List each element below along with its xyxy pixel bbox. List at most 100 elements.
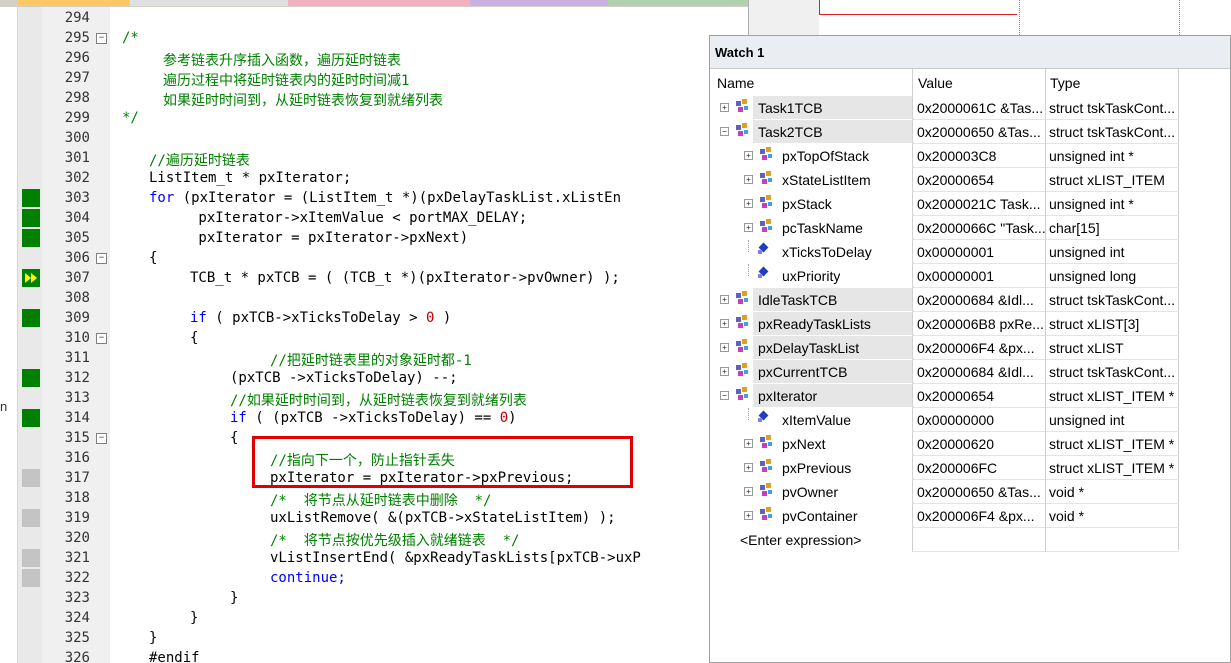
watch-row[interactable]: + xStateListItem 0x20000654 struct xLIST_IT… [710,168,1179,192]
column-header-type[interactable]: Type [1050,75,1080,91]
code-line[interactable]: 320 /* 将节点按优先级插入就绪链表 */ [18,528,748,549]
watch-value-cell[interactable]: 0x2000021C Task... [912,192,1045,216]
code-line[interactable]: 298 如果延时时间到，从延时链表恢复到就绪列表 [18,88,748,109]
not-executed-line-marker[interactable] [22,469,40,487]
code-line[interactable]: 322 continue; [18,568,748,588]
watch-value-cell[interactable]: 0x20000650 &Tas... [912,480,1045,504]
code-line[interactable]: 326 #endif [18,648,748,663]
watch-row[interactable]: − pxIterator 0x20000654 struct xLIST_ITEM * [710,384,1179,408]
watch-name-cell[interactable]: pcTaskName [777,216,912,239]
column-header-name[interactable]: Name [717,75,754,91]
code-line[interactable]: 313 //如果延时时间到，从延时链表恢复到就绪列表 [18,388,748,409]
fold-toggle-icon[interactable]: − [96,333,107,344]
expand-icon[interactable]: + [744,487,753,496]
code-line[interactable]: 295− /* [18,28,748,48]
watch-name-cell[interactable]: uxPriority [777,264,912,287]
expand-icon[interactable]: + [744,175,753,184]
code-line[interactable]: 310− { [18,328,748,348]
executed-line-marker[interactable] [22,369,40,387]
watch-name-cell[interactable]: Task1TCB [753,96,912,119]
expand-icon[interactable]: + [720,103,729,112]
watch-name-cell[interactable]: pxDelayTaskList [753,336,912,359]
watch-value-cell[interactable]: 0x2000066C "Task... [912,216,1045,240]
code-line[interactable]: 319 uxListRemove( &(pxTCB->xStateListItem… [18,508,748,528]
code-line[interactable]: 325} [18,628,748,648]
watch-value-cell[interactable]: 0x20000654 [912,384,1045,408]
watch-name-cell[interactable]: pxIterator [753,384,912,407]
watch-name-cell[interactable]: pxReadyTaskLists [753,312,912,335]
watch-value-cell[interactable]: 0x00000001 [912,264,1045,288]
watch-row[interactable]: + pxReadyTaskLists 0x200006B8 pxRe... struc… [710,312,1179,336]
editor-tab[interactable] [288,0,470,6]
editor-tab[interactable] [470,0,608,6]
code-line[interactable]: 307 TCB_t * pxTCB = ( (TCB_t *)(pxIterato… [18,268,748,288]
watch-value-cell[interactable]: 0x20000620 [912,432,1045,456]
enter-expression-input[interactable]: <Enter expression> [740,532,861,548]
watch-value-cell[interactable]: 0x00000001 [912,240,1045,264]
expand-icon[interactable]: + [720,295,729,304]
watch-value-cell[interactable]: 0x20000654 [912,168,1045,192]
code-line[interactable]: 304 pxIterator->xItemValue < portMAX_DEL… [18,208,748,228]
watch-value-cell[interactable]: 0x200006B8 pxRe... [912,312,1045,336]
watch-name-cell[interactable]: IdleTaskTCB [753,288,912,311]
watch-row[interactable]: + pxNext 0x20000620 struct xLIST_ITEM * [710,432,1179,456]
code-line[interactable]: 301 //遍历延时链表 [18,148,748,169]
editor-tab[interactable] [18,0,130,6]
watch-row[interactable]: + pxPrevious 0x200006FC struct xLIST_ITEM * [710,456,1179,480]
code-line[interactable]: 303 for (pxIterator = (ListItem_t *)(pxDe… [18,188,748,208]
watch-value-cell[interactable]: 0x200006F4 &px... [912,504,1045,528]
watch-name-cell[interactable]: xStateListItem [777,168,912,191]
code-line[interactable]: 302 ListItem_t * pxIterator; [18,168,748,188]
code-line[interactable]: 311 //把延时链表里的对象延时都-1 [18,348,748,369]
expand-icon[interactable]: + [744,199,753,208]
watch-name-cell[interactable]: xItemValue [777,408,912,431]
fold-toggle-icon[interactable]: − [96,433,107,444]
enter-expression-row[interactable]: <Enter expression> [710,528,1179,552]
expand-icon[interactable]: + [744,223,753,232]
expand-icon[interactable]: + [720,367,729,376]
code-line[interactable]: 294 [18,8,748,28]
editor-tab[interactable] [608,0,748,6]
watch-value-cell[interactable]: 0x200006F4 &px... [912,336,1045,360]
watch-name-cell[interactable]: pxStack [777,192,912,215]
watch-value-cell[interactable]: 0x20000684 &Idl... [912,360,1045,384]
executed-line-marker[interactable] [22,309,40,327]
watch-window[interactable]: Watch 1 Name Value Type + Task1TCB 0x20000… [709,35,1231,663]
fold-toggle-icon[interactable]: − [96,253,107,264]
watch-row[interactable]: uxPriority 0x00000001 unsigned long [710,264,1179,288]
watch-row[interactable]: + pvContainer 0x200006F4 &px... void * [710,504,1179,528]
collapse-icon[interactable]: − [720,391,729,400]
watch-row[interactable]: + pxCurrentTCB 0x20000684 &Idl... struct ts… [710,360,1179,384]
code-editor[interactable]: 294 295−/* 296 参考链表升序插入函数，遍历延时链表 297 遍历过程中将延时… [18,7,748,663]
expand-icon[interactable]: + [744,151,753,160]
watch-name-cell[interactable]: Task2TCB [753,120,912,143]
column-header-value[interactable]: Value [918,75,953,91]
watch-value-cell[interactable]: 0x2000061C &Tas... [912,96,1045,120]
watch-value-cell[interactable]: 0x00000000 [912,408,1045,432]
watch-row[interactable]: + IdleTaskTCB 0x20000684 &Idl... struct tsk… [710,288,1179,312]
watch-name-cell[interactable]: pxTopOfStack [777,144,912,167]
watch-row[interactable]: − Task2TCB 0x20000650 &Tas... struct tskTas… [710,120,1179,144]
collapse-icon[interactable]: − [720,127,729,136]
code-line[interactable]: 297 遍历过程中将延时链表内的延时时间减1 [18,68,748,89]
code-line[interactable]: 312 (pxTCB ->xTicksToDelay) --; [18,368,748,388]
code-line[interactable]: 305 pxIterator = pxIterator->pxNext) [18,228,748,248]
current-line-arrow-icon[interactable] [22,269,40,287]
watch-row[interactable]: + pvOwner 0x20000650 &Tas... void * [710,480,1179,504]
watch-title-bar[interactable]: Watch 1 [710,36,1230,69]
watch-name-cell[interactable]: xTicksToDelay [777,240,912,263]
code-line[interactable]: 321 vListInsertEnd( &pxReadyTaskLists[pxT… [18,548,748,568]
watch-row[interactable]: xTicksToDelay 0x00000001 unsigned int [710,240,1179,264]
expand-icon[interactable]: + [744,463,753,472]
executed-line-marker[interactable] [22,189,40,207]
code-line[interactable]: 308 [18,288,748,308]
fold-toggle-icon[interactable]: − [96,33,107,44]
executed-line-marker[interactable] [22,229,40,247]
watch-value-cell[interactable]: 0x200003C8 [912,144,1045,168]
not-executed-line-marker[interactable] [22,509,40,527]
watch-name-cell[interactable]: pxNext [777,432,912,455]
watch-row[interactable]: + Task1TCB 0x2000061C &Tas... struct tskTas… [710,96,1179,120]
expand-icon[interactable]: + [744,439,753,448]
editor-tab[interactable] [130,0,288,6]
watch-name-cell[interactable]: pvOwner [777,480,912,503]
